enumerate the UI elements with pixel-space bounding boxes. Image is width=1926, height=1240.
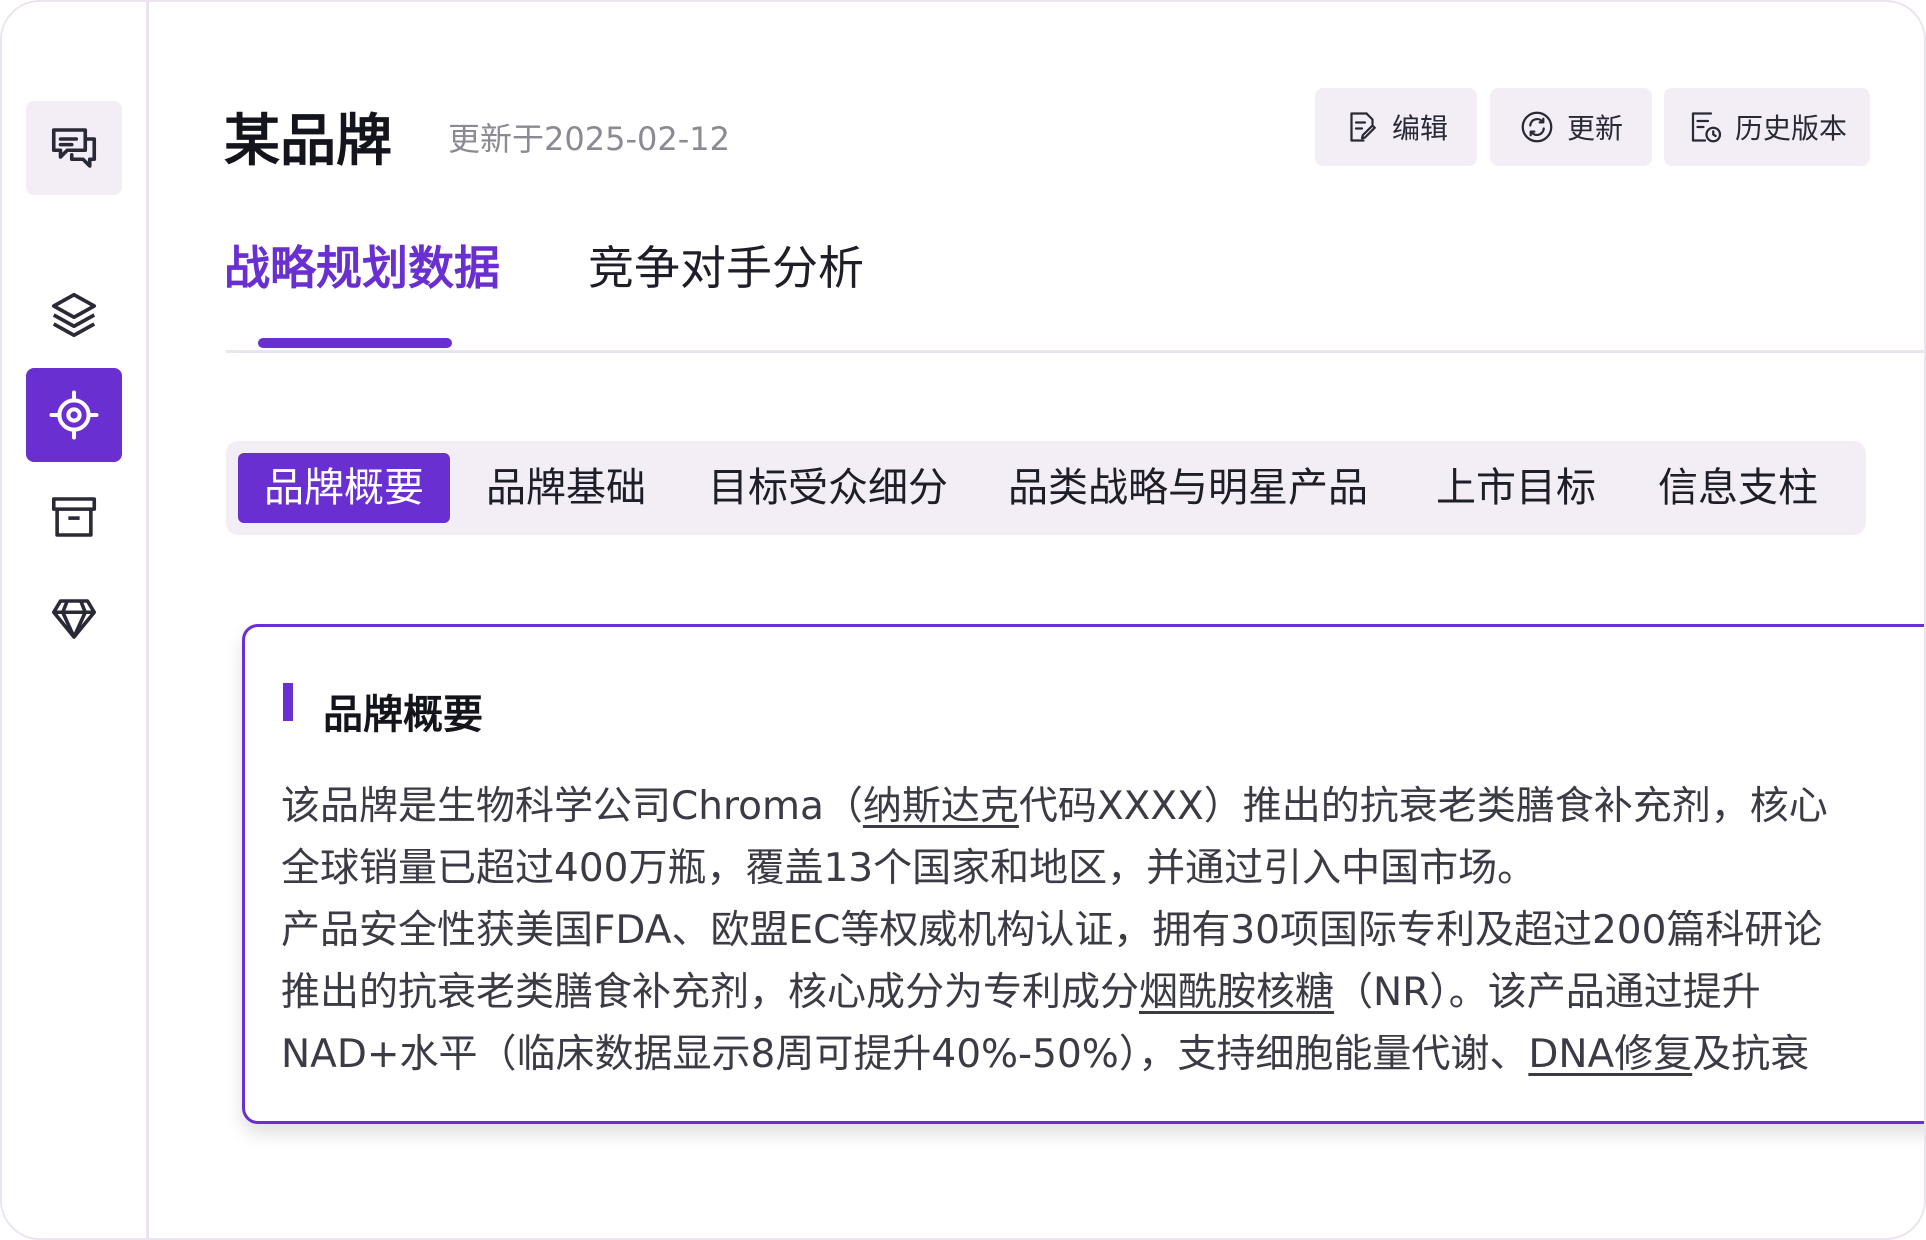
card-title: 品牌概要 bbox=[323, 692, 483, 738]
updated-timestamp: 更新于2025-02-12 bbox=[448, 120, 730, 158]
paragraph-line: 该品牌是生物科学公司Chroma（纳斯达克代码XXXX）推出的抗衰老类膳食补充剂… bbox=[281, 775, 1828, 831]
paragraph-line: 推出的抗衰老类膳食补充剂，核心成分为专利成分烟酰胺核糖（NR）。该产品通过提升 bbox=[281, 961, 1761, 1017]
subtab-audience-segmentation[interactable]: 目标受众细分 bbox=[708, 453, 948, 523]
history-icon bbox=[1691, 112, 1722, 143]
edit-icon bbox=[1350, 112, 1376, 142]
paragraph-line: NAD+水平（临床数据显示8周可提升40%-50%），支持细胞能量代谢、DNA修… bbox=[281, 1023, 1809, 1079]
tab-divider bbox=[226, 350, 1924, 353]
brand-overview-card: 品牌概要 该品牌是生物科学公司Chroma（纳斯达克代码XXXX）推出的抗衰老类… bbox=[242, 624, 1924, 1124]
subtab-launch-goals[interactable]: 上市目标 bbox=[1436, 453, 1596, 523]
edit-button[interactable]: 编辑 bbox=[1315, 88, 1477, 166]
sidebar-item-target[interactable] bbox=[26, 368, 122, 462]
subtab-bar: 品牌概要 品牌基础 目标受众细分 品类战略与明星产品 上市目标 信息支柱 bbox=[226, 441, 1866, 535]
sidebar-item-gem[interactable] bbox=[26, 572, 122, 666]
text-segment: 该品牌是生物科学公司Chroma（ bbox=[281, 784, 863, 829]
tab-competitor-analysis[interactable]: 竞争对手分析 bbox=[588, 232, 864, 298]
card-title-accent bbox=[283, 683, 293, 721]
sidebar-item-layers[interactable] bbox=[26, 268, 122, 362]
subtab-category-strategy[interactable]: 品类战略与明星产品 bbox=[1008, 453, 1368, 523]
subtab-brand-overview[interactable]: 品牌概要 bbox=[238, 453, 450, 523]
sidebar bbox=[2, 2, 149, 1238]
refresh-icon bbox=[1521, 111, 1553, 143]
sidebar-item-archive[interactable] bbox=[26, 470, 122, 564]
link-dna-repair[interactable]: DNA修复 bbox=[1528, 1032, 1692, 1077]
subtab-message-pillars[interactable]: 信息支柱 bbox=[1658, 453, 1818, 523]
refresh-label: 更新 bbox=[1566, 112, 1623, 145]
text-segment: 及抗衰 bbox=[1692, 1032, 1810, 1077]
app-frame: 某品牌 更新于2025-02-12 编辑 更新 历史版本 战略规划数据 竞争对手… bbox=[0, 0, 1926, 1240]
paragraph-line: 全球销量已超过400万瓶，覆盖13个国家和地区，并通过引入中国市场。 bbox=[281, 846, 1537, 891]
active-tab-indicator bbox=[258, 338, 452, 348]
history-button[interactable]: 历史版本 bbox=[1664, 88, 1870, 166]
text-segment: （NR）。该产品通过提升 bbox=[1334, 970, 1761, 1015]
link-nasdaq[interactable]: 纳斯达克 bbox=[863, 784, 1019, 829]
subtab-brand-foundation[interactable]: 品牌基础 bbox=[486, 453, 646, 523]
gem-icon bbox=[51, 599, 97, 639]
sidebar-item-chat[interactable] bbox=[26, 101, 122, 195]
chat-icon bbox=[51, 128, 97, 168]
tab-strategy-data[interactable]: 战略规划数据 bbox=[224, 232, 500, 298]
layers-icon bbox=[51, 292, 97, 338]
history-label: 历史版本 bbox=[1734, 112, 1847, 145]
target-icon bbox=[49, 390, 99, 440]
paragraph-line: 产品安全性获美国FDA、欧盟EC等权威机构认证，拥有30项国际专利及超过200篇… bbox=[281, 908, 1823, 953]
edit-label: 编辑 bbox=[1391, 112, 1448, 145]
link-nicotinamide-riboside[interactable]: 烟酰胺核糖 bbox=[1139, 970, 1334, 1015]
page-title: 某品牌 bbox=[224, 109, 392, 174]
text-segment: 代码XXXX）推出的抗衰老类膳食补充剂，核心 bbox=[1018, 784, 1828, 829]
text-segment: NAD+水平（临床数据显示8周可提升40%-50%），支持细胞能量代谢、 bbox=[281, 1032, 1529, 1077]
refresh-button[interactable]: 更新 bbox=[1490, 88, 1652, 166]
text-segment: 推出的抗衰老类膳食补充剂，核心成分为专利成分 bbox=[281, 970, 1140, 1015]
archive-icon bbox=[51, 497, 97, 537]
